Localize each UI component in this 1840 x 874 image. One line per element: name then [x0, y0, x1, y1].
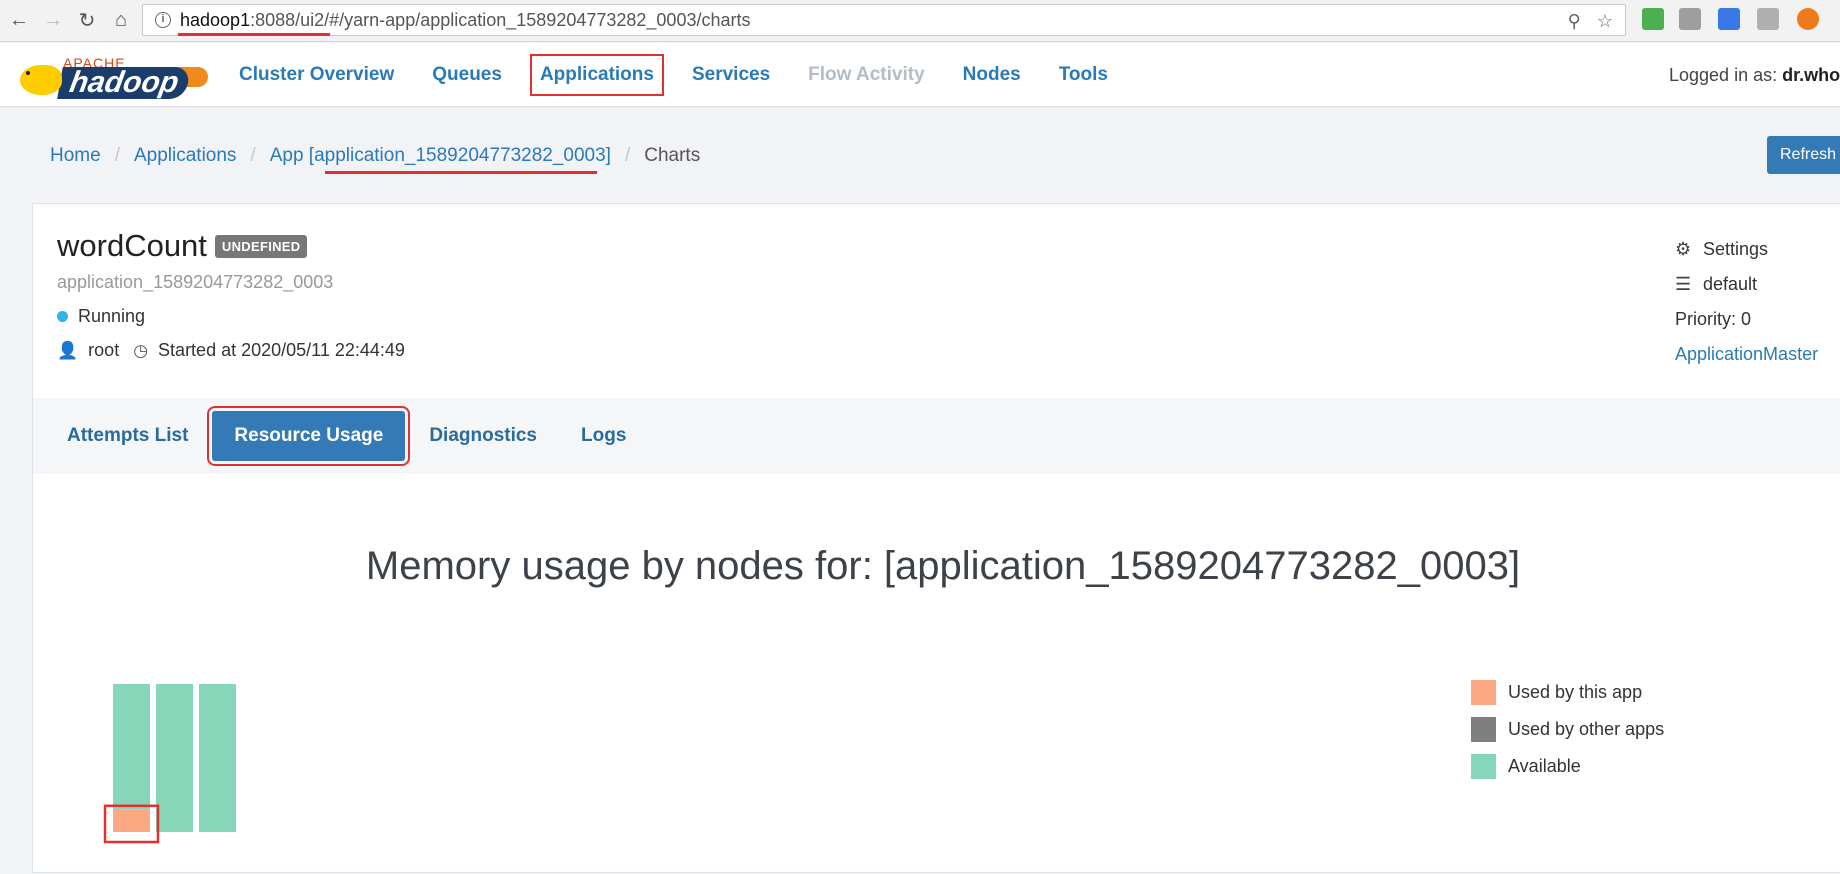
breadcrumb-applications[interactable]: Applications: [134, 145, 236, 167]
nav-tools[interactable]: Tools: [1059, 64, 1108, 86]
breadcrumb-charts: Charts: [644, 145, 701, 166]
bookmark-star-icon[interactable]: ☆: [1597, 11, 1613, 32]
browser-toolbar: ← → ↻ ⌂ i hadoop1:8088/ui2/#/yarn-app/ap…: [0, 0, 1840, 42]
bar-segment-available[interactable]: [156, 684, 193, 832]
main-nav: Cluster Overview Queues Applications Ser…: [220, 43, 1127, 107]
app-start-time: Started at 2020/05/11 22:44:49: [158, 340, 405, 360]
nav-queues[interactable]: Queues: [432, 64, 502, 86]
logged-in-user: dr.who: [1782, 65, 1840, 85]
chart-legend: Used by this app Used by other apps Avai…: [1471, 674, 1664, 785]
reload-icon[interactable]: ↻: [72, 6, 102, 36]
extension-icon[interactable]: [1642, 8, 1664, 30]
breadcrumb: Home / Applications / App [application_1…: [50, 145, 700, 167]
legend-swatch: [1471, 680, 1496, 705]
app-name: wordCount: [57, 228, 207, 263]
app-tabs: Attempts List Resource Usage Diagnostics…: [33, 398, 1840, 474]
nav-flow-activity[interactable]: Flow Activity: [808, 64, 924, 86]
logo-word: hadoop: [57, 66, 192, 99]
legend-swatch: [1471, 717, 1496, 742]
zoom-icon[interactable]: ⚲: [1568, 11, 1581, 32]
state-dot-icon: [57, 311, 68, 322]
final-status-badge: UNDEFINED: [214, 234, 308, 258]
refresh-button[interactable]: Refresh: [1767, 136, 1840, 174]
legend-label: Used by other apps: [1508, 719, 1665, 739]
settings-label: Settings: [1703, 239, 1769, 259]
url-path: :8088/ui2/#/yarn-app/application_1589204…: [250, 9, 751, 30]
am-link-row: ApplicationMaster: [1675, 337, 1818, 372]
tab-logs[interactable]: Logs: [559, 411, 648, 461]
bar-segment-used-by-this-app[interactable]: [113, 809, 150, 832]
address-bar[interactable]: i hadoop1:8088/ui2/#/yarn-app/applicatio…: [142, 4, 1626, 36]
legend-item: Used by other apps: [1471, 711, 1664, 748]
nav-cluster-overview[interactable]: Cluster Overview: [239, 64, 394, 86]
legend-item: Used by this app: [1471, 674, 1664, 711]
app-header: APACHE hadoop Cluster Overview Queues Ap…: [0, 43, 1840, 107]
legend-swatch: [1471, 754, 1496, 779]
home-icon[interactable]: ⌂: [106, 6, 136, 36]
app-side-info: ⚙ Settings ☰ default Priority: 0 Applica…: [1675, 232, 1818, 372]
elephant-icon: [20, 65, 62, 95]
clock-icon: ◷: [133, 340, 149, 360]
translate-extension-icon[interactable]: [1679, 8, 1701, 30]
app-id: application_1589204773282_0003: [57, 272, 334, 292]
app-user: root: [88, 340, 120, 360]
forward-icon[interactable]: →: [38, 6, 68, 36]
app-meta: 👤 root ◷ Started at 2020/05/11 22:44:49: [57, 340, 405, 361]
nav-applications[interactable]: Applications: [529, 54, 664, 96]
site-info-icon[interactable]: i: [155, 12, 171, 28]
breadcrumb-app[interactable]: App [application_1589204773282_0003]: [270, 145, 611, 167]
logged-in-label: Logged in as:: [1669, 65, 1778, 85]
breadcrumb-separator: /: [250, 145, 256, 166]
url-host: hadoop1: [180, 9, 251, 30]
google-translate-icon[interactable]: [1718, 8, 1740, 30]
legend-item: Available: [1471, 748, 1664, 785]
tab-attempts-list[interactable]: Attempts List: [45, 411, 210, 461]
annotation-underline-url: [178, 33, 330, 36]
app-title: wordCount UNDEFINED: [57, 228, 308, 264]
nav-services[interactable]: Services: [692, 64, 770, 86]
app-detail-card: wordCount UNDEFINED application_15892047…: [32, 203, 1840, 873]
bar-segment-available[interactable]: [199, 684, 236, 832]
nav-nodes[interactable]: Nodes: [963, 64, 1021, 86]
legend-label: Used by this app: [1508, 682, 1643, 702]
queue-icon: ☰: [1675, 274, 1692, 294]
breadcrumb-separator: /: [624, 145, 631, 166]
settings-link[interactable]: ⚙ Settings: [1675, 232, 1818, 267]
annotation-underline-app: [325, 171, 597, 174]
tab-resource-usage[interactable]: Resource Usage: [207, 406, 411, 466]
priority-label: Priority: 0: [1675, 309, 1752, 329]
breadcrumb-home[interactable]: Home: [50, 145, 101, 167]
user-icon: 👤: [57, 340, 79, 360]
priority-info: Priority: 0: [1675, 302, 1818, 337]
queue-name: default: [1703, 274, 1758, 294]
bar-segment-available[interactable]: [113, 684, 150, 810]
legend-label: Available: [1508, 756, 1581, 776]
app-state-label: Running: [78, 306, 146, 326]
extension-icon[interactable]: [1797, 8, 1819, 30]
tab-diagnostics[interactable]: Diagnostics: [407, 411, 559, 461]
app-state: Running: [57, 306, 145, 327]
logged-in-status: Logged in as: dr.who: [1669, 65, 1840, 86]
hadoop-logo[interactable]: APACHE hadoop: [18, 55, 208, 101]
extension-icon[interactable]: [1757, 8, 1779, 30]
queue-info: ☰ default: [1675, 267, 1818, 302]
back-icon[interactable]: ←: [4, 6, 34, 36]
gear-icon: ⚙: [1675, 239, 1692, 259]
application-master-link[interactable]: ApplicationMaster: [1675, 344, 1818, 365]
breadcrumb-separator: /: [114, 145, 120, 166]
chart-title: Memory usage by nodes for: [application_…: [365, 544, 1521, 588]
